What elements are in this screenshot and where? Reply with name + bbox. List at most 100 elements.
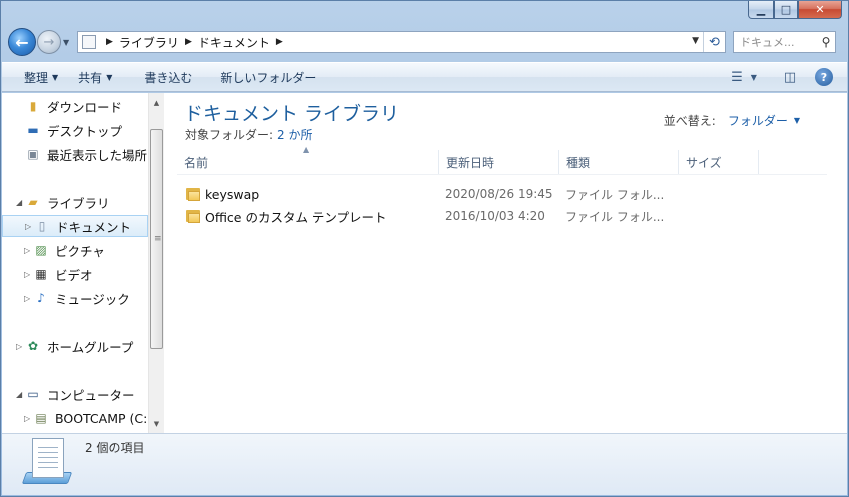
file-row[interactable]: keyswap 2020/08/26 19:45 ファイル フォル...: [177, 183, 827, 205]
sidebar-item-libraries[interactable]: ◢ ▰ ライブラリ: [2, 191, 148, 213]
arrange-by: 並べ替え: フォルダー ▼: [664, 112, 800, 129]
collapsed-triangle-icon[interactable]: ▷: [24, 246, 33, 255]
content-area: ▮ ダウンロード ▬ デスクトップ ▣ 最近表示した場所 ◢ ▰ ライブラリ ▷…: [2, 93, 847, 433]
library-title: ドキュメント ライブラリ: [184, 103, 400, 125]
burn-button[interactable]: 書き込む: [144, 69, 192, 86]
sidebar-item-downloads[interactable]: ▮ ダウンロード: [2, 95, 148, 117]
sidebar-item-music[interactable]: ▷ ♪ ミュージック: [2, 287, 148, 309]
minimize-button[interactable]: ▁: [748, 1, 774, 19]
sidebar-item-pictures[interactable]: ▷ ▨ ピクチャ: [2, 239, 148, 261]
sidebar-item-label: BOOTCAMP (C:: [55, 410, 148, 426]
chevron-down-icon: ▼: [52, 72, 59, 82]
documents-library-icon: [21, 438, 73, 484]
breadcrumb-chevron-icon[interactable]: ▶: [185, 37, 192, 47]
chevron-down-icon: ▼: [106, 72, 113, 82]
collapsed-triangle-icon[interactable]: ▷: [24, 294, 33, 303]
command-bar-right: ☰ ▼ ◫ ?: [725, 63, 847, 91]
close-button[interactable]: ✕: [798, 1, 842, 19]
collapsed-triangle-icon[interactable]: ▷: [16, 342, 25, 351]
address-bar[interactable]: ▶ ライブラリ ▶ ドキュメント ▶ ▼ ⟲: [77, 31, 726, 53]
file-name: keyswap: [205, 186, 260, 202]
includes-locations-link[interactable]: 2 か所: [277, 128, 312, 142]
column-header-size[interactable]: サイズ: [679, 150, 759, 174]
file-type: ファイル フォル...: [565, 187, 665, 202]
documents-icon: ▯: [38, 219, 46, 233]
help-button[interactable]: ?: [815, 68, 833, 86]
caption-buttons: ▁ □ ✕: [748, 1, 842, 19]
column-header-type[interactable]: 種類: [559, 150, 679, 174]
new-folder-button[interactable]: 新しいフォルダー: [220, 69, 316, 86]
computer-icon: ▭: [27, 387, 39, 401]
sidebar-item-label: ピクチャ: [55, 243, 105, 259]
file-list-pane: ドキュメント ライブラリ 対象フォルダー: 2 か所 並べ替え: フォルダー ▼ …: [165, 93, 847, 433]
sidebar-item-label: ホームグループ: [47, 339, 134, 355]
share-label: 共有: [78, 70, 103, 85]
search-box[interactable]: ドキュメ... ⚲: [733, 31, 836, 53]
expanded-triangle-icon[interactable]: ◢: [16, 198, 25, 207]
collapsed-triangle-icon[interactable]: ▷: [24, 270, 33, 279]
file-row[interactable]: Office のカスタム テンプレート 2016/10/03 4:20 ファイル…: [177, 205, 827, 227]
burn-label: 書き込む: [144, 70, 193, 85]
sidebar-item-desktop[interactable]: ▬ デスクトップ: [2, 119, 148, 141]
scroll-down-icon[interactable]: ▼: [149, 416, 164, 431]
share-menu[interactable]: 共有 ▼: [78, 69, 112, 86]
refresh-button[interactable]: ⟲: [703, 32, 725, 52]
sidebar-item-label: ライブラリ: [47, 195, 110, 211]
recent-pages-dropdown-icon[interactable]: ▼: [63, 38, 69, 47]
item-count: 2 個の項目: [85, 441, 145, 455]
scrollbar-grip-icon: ≡: [154, 234, 162, 244]
address-dropdown-icon[interactable]: ▼: [692, 36, 699, 46]
back-button[interactable]: ←: [8, 28, 36, 56]
command-bar: 整理 ▼ 共有 ▼ 書き込む 新しいフォルダー ☰ ▼ ◫ ?: [2, 62, 847, 92]
file-name: Office のカスタム テンプレート: [205, 209, 387, 225]
preview-pane-button[interactable]: ◫: [779, 70, 801, 85]
includes-label: 対象フォルダー:: [185, 128, 274, 142]
scrollbar-thumb[interactable]: ≡: [150, 129, 163, 349]
breadcrumb-chevron-icon[interactable]: ▶: [106, 37, 113, 47]
navigation-pane: ▮ ダウンロード ▬ デスクトップ ▣ 最近表示した場所 ◢ ▰ ライブラリ ▷…: [2, 93, 164, 433]
organize-menu[interactable]: 整理 ▼: [24, 69, 58, 86]
new-folder-label: 新しいフォルダー: [220, 70, 317, 85]
videos-icon: ▦: [35, 267, 47, 281]
file-date: 2020/08/26 19:45: [445, 187, 553, 201]
drive-icon: ▤: [35, 411, 47, 425]
arrange-by-dropdown[interactable]: フォルダー: [728, 112, 788, 129]
folder-icon: [186, 187, 202, 201]
column-header-name[interactable]: 名前: [177, 150, 439, 174]
collapsed-triangle-icon[interactable]: ▷: [24, 414, 33, 423]
sidebar-item-recent-places[interactable]: ▣ 最近表示した場所: [2, 143, 148, 165]
breadcrumb-documents[interactable]: ドキュメント: [198, 34, 270, 51]
sidebar-item-label: 最近表示した場所: [47, 147, 148, 163]
homegroup-icon: ✿: [27, 339, 39, 353]
folder-icon: [186, 209, 202, 223]
recent-places-icon: ▣: [27, 147, 39, 161]
pictures-icon: ▨: [35, 243, 47, 257]
details-pane: 2 個の項目: [2, 433, 847, 495]
column-header-date[interactable]: 更新日時: [439, 150, 559, 174]
maximize-button[interactable]: □: [774, 1, 798, 19]
scroll-up-icon[interactable]: ▲: [149, 95, 164, 110]
sidebar-item-videos[interactable]: ▷ ▦ ビデオ: [2, 263, 148, 285]
library-includes: 対象フォルダー: 2 か所: [185, 126, 313, 143]
breadcrumb-chevron-icon[interactable]: ▶: [276, 37, 283, 47]
sidebar-item-documents[interactable]: ▷ ▯ ドキュメント: [2, 215, 148, 237]
sidebar-item-homegroup[interactable]: ▷ ✿ ホームグループ: [2, 335, 148, 357]
forward-button[interactable]: →: [37, 30, 61, 54]
collapsed-triangle-icon[interactable]: ▷: [25, 222, 34, 231]
search-icon[interactable]: ⚲: [817, 35, 835, 49]
chevron-down-icon[interactable]: ▼: [794, 116, 800, 125]
desktop-icon: ▬: [27, 123, 39, 137]
expanded-triangle-icon[interactable]: ◢: [16, 390, 25, 399]
organize-label: 整理: [24, 70, 49, 85]
arrange-label: 並べ替え:: [663, 114, 716, 128]
search-input[interactable]: ドキュメ...: [734, 34, 817, 50]
sidebar-item-label: ビデオ: [55, 267, 93, 283]
sidebar-item-label: コンピューター: [47, 387, 135, 403]
breadcrumb-libraries[interactable]: ライブラリ: [119, 34, 179, 51]
navigation-scrollbar[interactable]: ▲ ≡ ▼: [148, 93, 164, 433]
sidebar-item-bootcamp[interactable]: ▷ ▤ BOOTCAMP (C:: [2, 407, 148, 429]
music-icon: ♪: [37, 291, 45, 305]
change-view-button[interactable]: ☰ ▼: [725, 70, 763, 85]
file-date: 2016/10/03 4:20: [445, 209, 545, 223]
sidebar-item-computer[interactable]: ◢ ▭ コンピューター: [2, 383, 148, 405]
